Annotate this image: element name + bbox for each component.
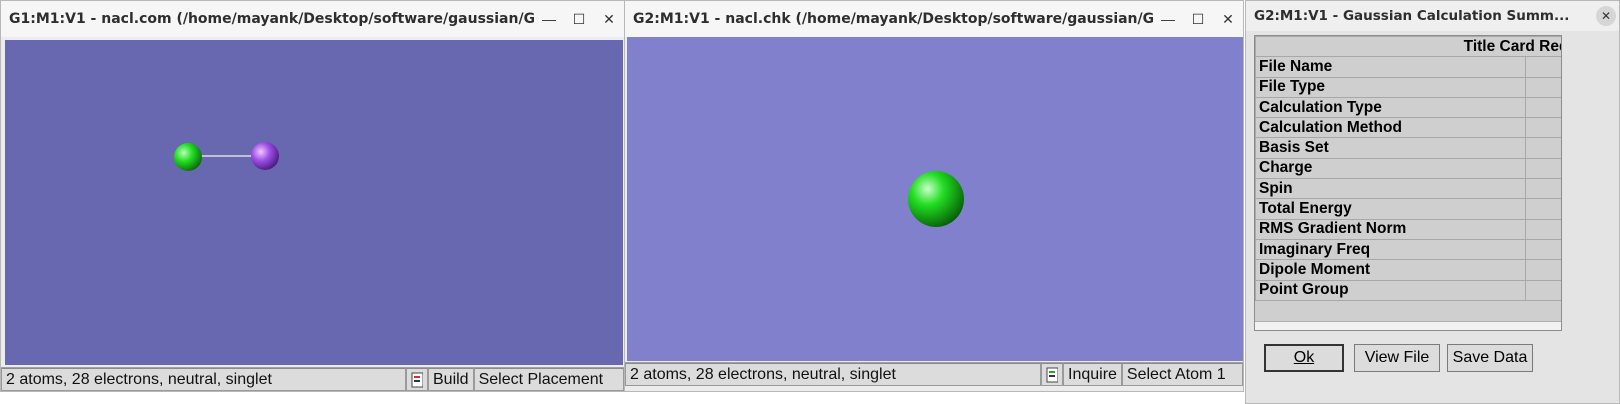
row-value: FREQ — [1524, 96, 1561, 119]
table-empty-area — [1255, 300, 1561, 322]
table-row[interactable]: Imaginary Freq — [1255, 238, 1561, 261]
table-row[interactable]: Charge0 — [1255, 157, 1561, 180]
row-key: Point Group — [1255, 279, 1526, 301]
status-bar: 2 atoms, 28 electrons, neutral, singlet … — [1, 367, 624, 391]
mode-label: Build — [428, 368, 474, 391]
action-label: Select Atom 1 — [1121, 363, 1243, 386]
row-key: Imaginary Freq — [1255, 238, 1526, 261]
window-title: G2:M1:V1 - Gaussian Calculation Summ... — [1254, 8, 1570, 24]
row-key: Calculation Method — [1255, 117, 1526, 139]
table-row[interactable]: SpinSinglet — [1255, 178, 1561, 200]
status-bar: 2 atoms, 28 electrons, neutral, singlet … — [625, 362, 1243, 386]
table-row[interactable]: Basis SetSTO-3G — [1255, 137, 1561, 159]
status-info: 2 atoms, 28 electrons, neutral, singlet — [1, 368, 406, 391]
row-value — [1524, 238, 1561, 261]
mode-label: Inquire — [1063, 363, 1122, 386]
title-bar[interactable]: G2:M1:V1 - nacl.chk (/home/mayank/Deskto… — [625, 1, 1243, 37]
table-row[interactable]: Total Energy-614.52858122a.u. — [1255, 198, 1561, 220]
row-key: Spin — [1255, 178, 1526, 200]
table-row[interactable]: File Type.chk — [1255, 76, 1561, 98]
document-icon[interactable] — [1041, 363, 1063, 386]
molecule-view[interactable] — [5, 40, 623, 365]
status-info: 2 atoms, 28 electrons, neutral, singlet — [625, 363, 1041, 386]
table-row[interactable]: Point Group — [1255, 279, 1561, 301]
minimize-icon[interactable]: — — [534, 4, 564, 34]
row-key: Charge — [1255, 157, 1526, 180]
molecule-view[interactable] — [627, 37, 1243, 361]
row-key: RMS Gradient Norm — [1255, 218, 1526, 240]
row-value: .chk — [1524, 76, 1561, 98]
minimize-icon[interactable]: — — [1153, 4, 1183, 34]
ok-button-label: Ok — [1293, 349, 1315, 366]
chlorine-atom[interactable] — [908, 171, 964, 227]
sodium-atom[interactable] — [251, 142, 279, 170]
title-card-header: Title Card Required — [1255, 36, 1561, 58]
calculation-summary-window: G2:M1:V1 - Gaussian Calculation Summ... … — [1245, 0, 1620, 404]
row-key: Total Energy — [1255, 198, 1526, 220]
close-icon[interactable]: ✕ — [1593, 1, 1619, 31]
table-row[interactable]: RMS Gradient Norm0.00003691a.u. — [1255, 218, 1561, 240]
row-value: STO-3G — [1524, 137, 1561, 159]
title-bar[interactable]: G1:M1:V1 - nacl.com (/home/mayank/Deskto… — [1, 1, 624, 37]
table-row[interactable]: Calculation MethodRHF — [1255, 117, 1561, 139]
chlorine-atom[interactable] — [174, 143, 202, 171]
row-value: 0.00003691 — [1524, 218, 1561, 240]
summary-table-container[interactable]: Title Card Required File NamenaclFile Ty… — [1254, 35, 1562, 331]
maximize-icon[interactable]: ☐ — [1183, 4, 1213, 34]
row-key: File Type — [1255, 76, 1526, 98]
close-icon[interactable]: ✕ — [594, 4, 624, 34]
row-value: RHF — [1524, 117, 1561, 139]
window-title: G1:M1:V1 - nacl.com (/home/mayank/Deskto… — [9, 11, 534, 27]
row-value: Singlet — [1524, 178, 1561, 200]
horizontal-scrollbar[interactable] — [1255, 321, 1561, 330]
close-icon[interactable]: ✕ — [1213, 4, 1243, 34]
row-value: nacl — [1524, 56, 1561, 78]
save-data-button-label: Save Data — [1452, 349, 1528, 366]
row-value: -614.52858122 — [1524, 198, 1561, 220]
row-key: Calculation Type — [1255, 96, 1526, 119]
row-key: Dipole Moment — [1255, 259, 1526, 281]
row-key: File Name — [1255, 56, 1526, 78]
table-row[interactable]: Calculation TypeFREQ — [1255, 96, 1561, 119]
table-row[interactable]: File Namenacl — [1255, 56, 1561, 78]
maximize-icon[interactable]: ☐ — [564, 4, 594, 34]
view-file-button-label: View File — [1364, 349, 1430, 366]
builder-window-g1: G1:M1:V1 - nacl.com (/home/mayank/Deskto… — [0, 0, 625, 392]
ok-button[interactable]: Ok — [1264, 344, 1344, 372]
results-window-g2: G2:M1:V1 - nacl.chk (/home/mayank/Deskto… — [624, 0, 1244, 392]
row-value: 0 — [1524, 157, 1561, 180]
row-key: Basis Set — [1255, 137, 1526, 159]
row-value: 9.1403 — [1524, 259, 1561, 281]
summary-table: Title Card Required File NamenaclFile Ty… — [1255, 36, 1561, 301]
window-title: G2:M1:V1 - nacl.chk (/home/mayank/Deskto… — [633, 11, 1153, 27]
table-row[interactable]: Dipole Moment9.1403Debye — [1255, 259, 1561, 281]
title-bar[interactable]: G2:M1:V1 - Gaussian Calculation Summ... … — [1246, 1, 1619, 31]
view-file-button[interactable]: View File — [1354, 344, 1440, 372]
table-header-row: Title Card Required — [1255, 36, 1561, 58]
save-data-button[interactable]: Save Data — [1447, 344, 1533, 372]
action-label: Select Placement — [473, 368, 624, 391]
row-value — [1524, 279, 1561, 301]
document-icon[interactable] — [406, 368, 428, 391]
